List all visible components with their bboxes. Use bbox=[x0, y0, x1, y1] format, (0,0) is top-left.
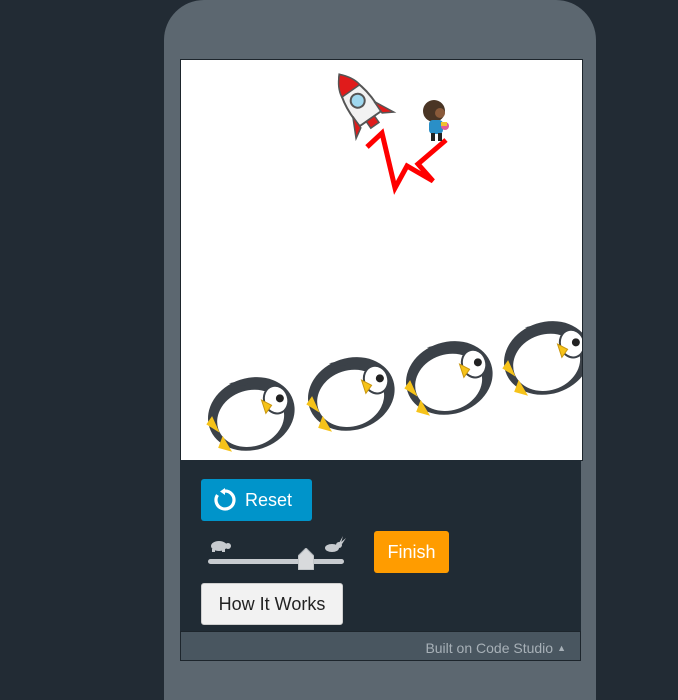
rocket-sprite bbox=[337, 73, 397, 142]
penguin-sprite bbox=[404, 341, 493, 416]
penguin-sprite bbox=[206, 377, 295, 452]
reset-button[interactable]: Reset bbox=[201, 479, 312, 521]
footer-text[interactable]: Built on Code Studio bbox=[425, 640, 553, 656]
astronaut-sprite bbox=[423, 100, 449, 141]
speed-slider[interactable] bbox=[206, 535, 346, 575]
slider-track[interactable] bbox=[208, 559, 344, 564]
slider-thumb[interactable] bbox=[298, 548, 314, 570]
rabbit-icon bbox=[325, 536, 346, 552]
caret-up-icon: ▲ bbox=[557, 643, 566, 653]
finish-button[interactable]: Finish bbox=[374, 531, 449, 573]
reset-label: Reset bbox=[245, 489, 293, 510]
reset-icon bbox=[214, 488, 236, 511]
how-it-works-button[interactable]: How It Works bbox=[201, 583, 343, 625]
penguin-sprite bbox=[306, 357, 395, 432]
penguin-sprite bbox=[502, 321, 582, 396]
footer[interactable]: Built on Code Studio ▲ bbox=[180, 631, 581, 661]
turtle-icon bbox=[211, 541, 231, 552]
game-stage[interactable] bbox=[180, 59, 583, 461]
